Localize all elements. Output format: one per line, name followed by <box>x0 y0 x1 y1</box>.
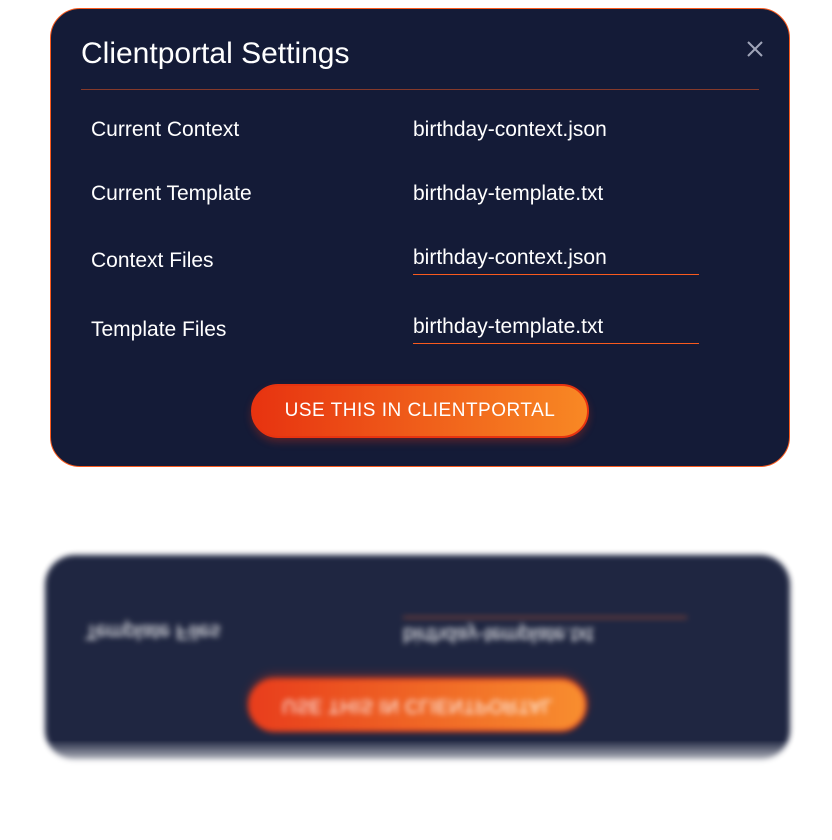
modal-reflection: USE THIS IN CLIENTPORTAL Template Files … <box>45 555 790 760</box>
select-context-files-value: birthday-context.json <box>413 246 699 270</box>
reflection-label: Template Files <box>85 620 403 644</box>
modal-title: Clientportal Settings <box>81 37 749 71</box>
select-context-files[interactable]: birthday-context.json <box>413 246 699 275</box>
label-template-files: Template Files <box>91 318 413 342</box>
row-current-template: Current Template birthday-template.txt <box>91 182 749 206</box>
row-template-files: Template Files birthday-template.txt <box>91 315 749 344</box>
divider <box>81 89 759 90</box>
reflection-fade <box>40 740 795 770</box>
close-icon[interactable] <box>743 37 767 61</box>
reflection-select-value: birthday-template.txt <box>403 622 593 646</box>
value-current-context: birthday-context.json <box>413 118 607 142</box>
value-current-template: birthday-template.txt <box>413 182 603 206</box>
settings-modal: Clientportal Settings Current Context bi… <box>50 8 790 467</box>
label-context-files: Context Files <box>91 249 413 273</box>
row-context-files: Context Files birthday-context.json <box>91 246 749 275</box>
label-current-context: Current Context <box>91 118 413 142</box>
use-in-clientportal-button[interactable]: USE THIS IN CLIENTPORTAL <box>251 384 590 438</box>
reflection-button: USE THIS IN CLIENTPORTAL <box>248 678 587 732</box>
select-template-files[interactable]: birthday-template.txt <box>413 315 699 344</box>
row-current-context: Current Context birthday-context.json <box>91 118 749 142</box>
label-current-template: Current Template <box>91 182 413 206</box>
select-template-files-value: birthday-template.txt <box>413 315 699 339</box>
